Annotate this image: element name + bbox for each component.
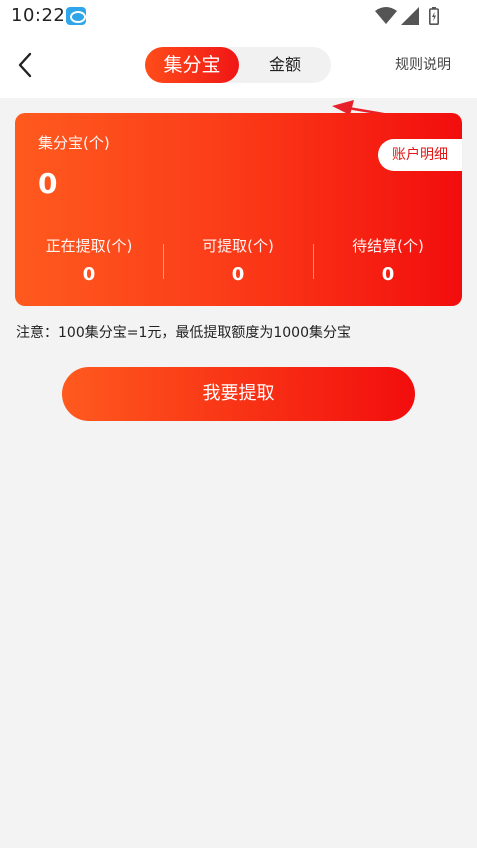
stat-label: 待结算(个): [352, 237, 424, 255]
stat-withdrawable: 可提取(个) 0: [164, 235, 312, 285]
back-button[interactable]: [12, 50, 40, 80]
withdraw-button[interactable]: 我要提取: [62, 367, 415, 421]
account-details-button[interactable]: 账户明细: [378, 139, 462, 171]
nav-bar: 集分宝 金额 规则说明: [0, 32, 477, 128]
exchange-notice: 注意：100集分宝=1元，最低提取额度为1000集分宝: [16, 325, 351, 341]
status-bar: 10:22: [0, 0, 477, 32]
stat-value: 0: [231, 264, 245, 285]
app-notification-icon: [66, 7, 86, 25]
signal-icon: [401, 7, 419, 25]
tab-amount[interactable]: 金额: [239, 47, 331, 83]
stat-pending: 待结算(个) 0: [314, 235, 462, 285]
stat-withdrawing: 正在提取(个) 0: [15, 235, 163, 285]
tab-switcher: 集分宝 金额: [145, 47, 331, 83]
status-time: 10:22: [11, 5, 66, 26]
balance-card: 集分宝(个) 0 账户明细 正在提取(个) 0 可提取(个) 0 待结算(个) …: [15, 113, 462, 306]
wifi-icon: [375, 7, 397, 24]
stat-label: 正在提取(个): [45, 237, 133, 255]
balance-label: 集分宝(个): [38, 134, 110, 152]
stat-value: 0: [381, 264, 395, 285]
stat-value: 0: [82, 264, 96, 285]
chevron-left-icon: [18, 52, 32, 78]
stat-label: 可提取(个): [202, 237, 274, 255]
rules-link[interactable]: 规则说明: [395, 54, 451, 74]
balance-value: 0: [38, 167, 58, 200]
battery-icon: [429, 7, 439, 25]
tab-jifenbao[interactable]: 集分宝: [145, 47, 239, 83]
